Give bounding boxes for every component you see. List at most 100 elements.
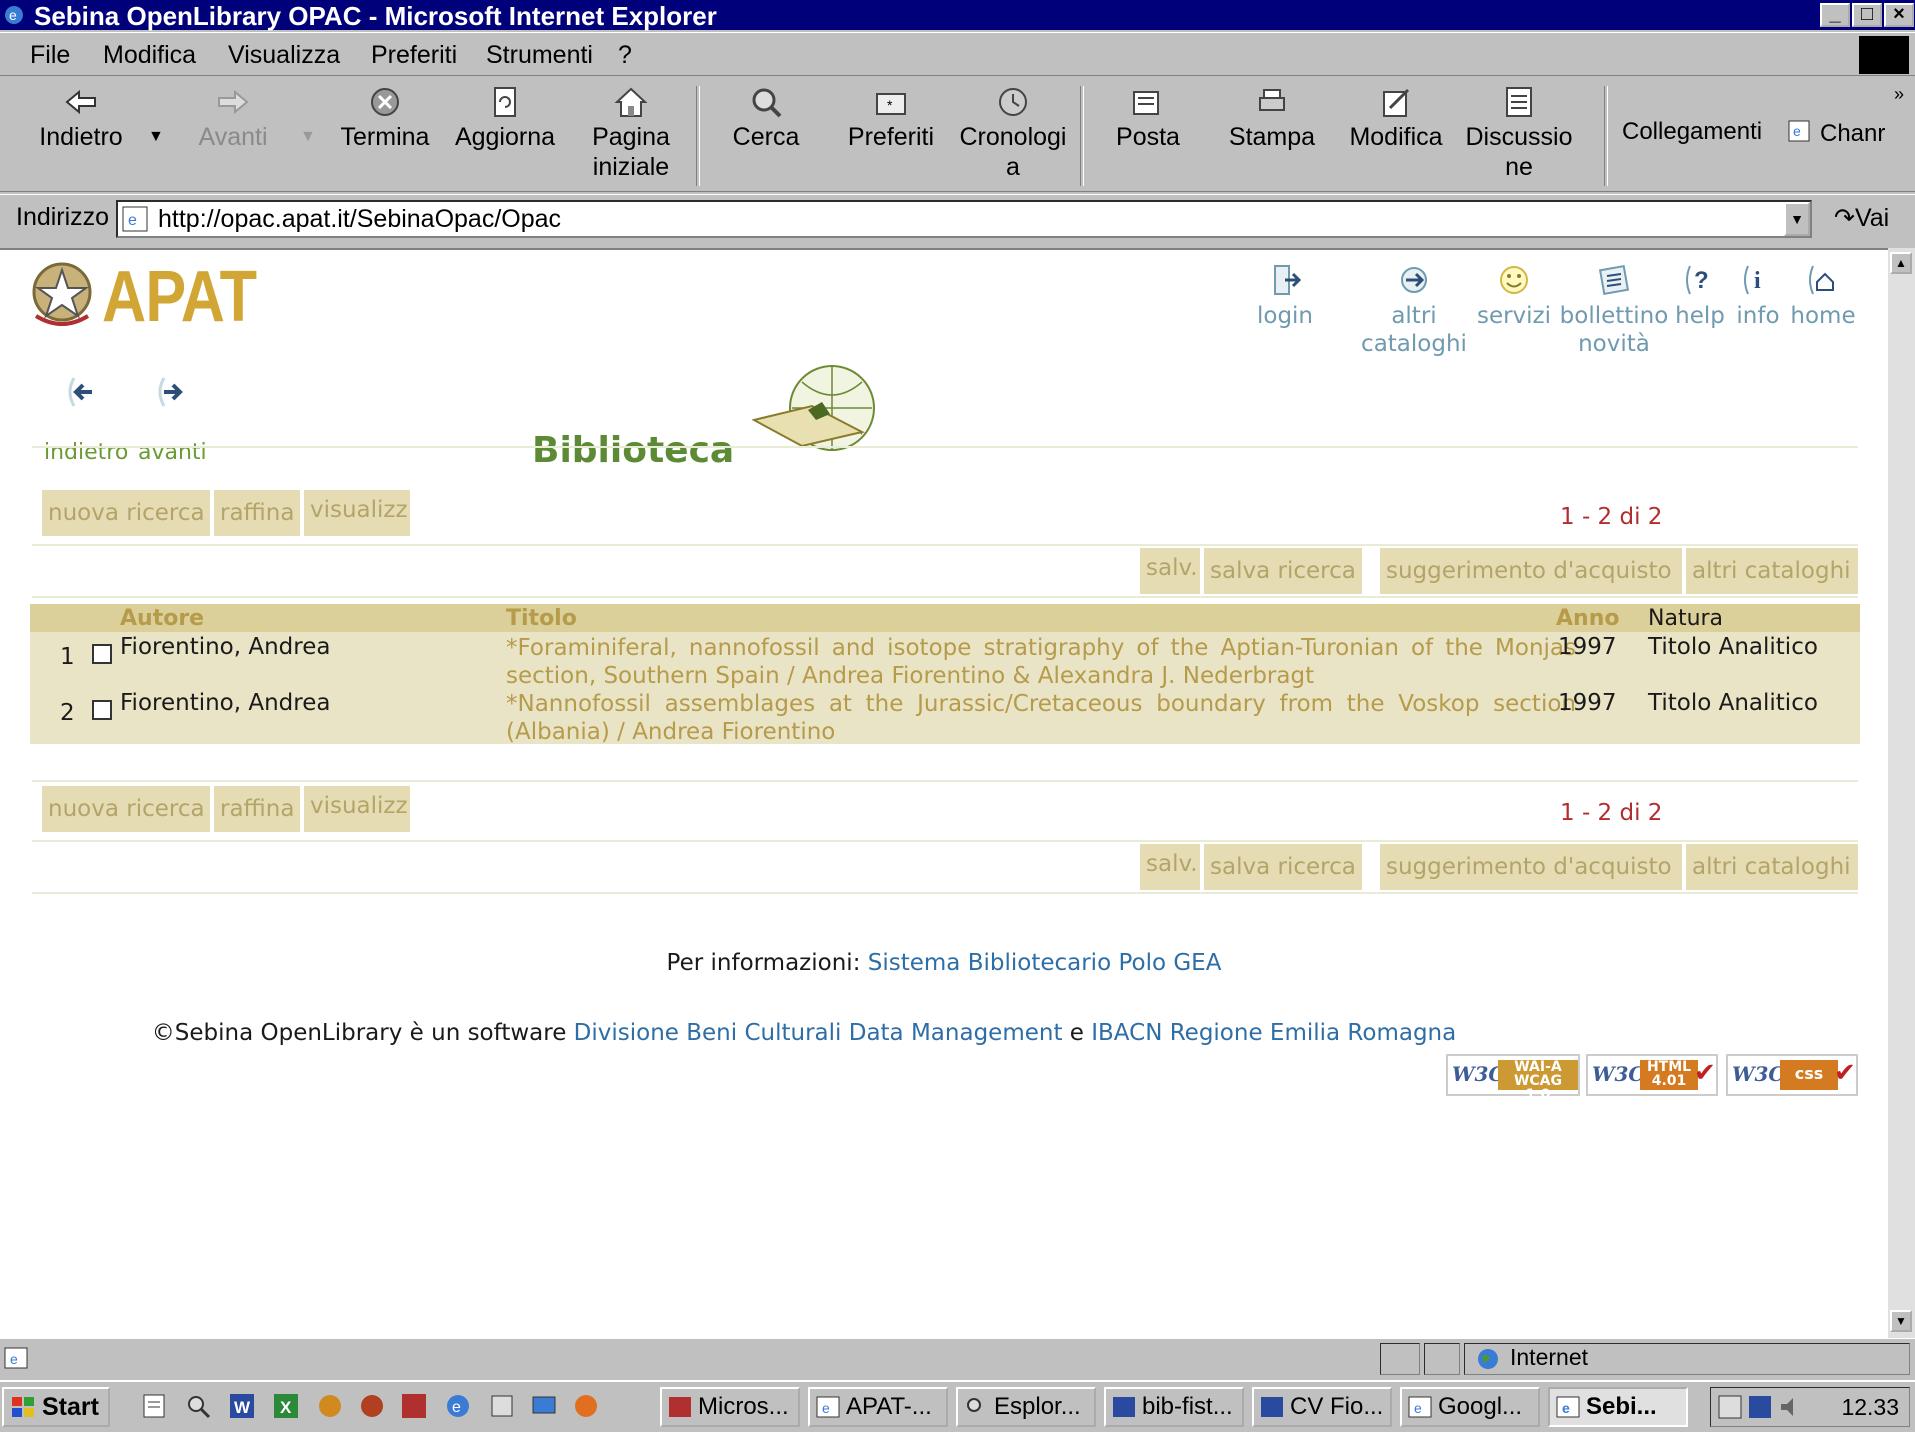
discuss-button[interactable]: Discussio ne (1462, 86, 1576, 182)
tray-monitor-icon[interactable] (1747, 1394, 1773, 1420)
search-icon[interactable] (184, 1392, 212, 1420)
info-link[interactable]: Sistema Bibliotecario Polo GEA (868, 950, 1222, 976)
purchase-suggestion-button[interactable]: suggerimento d'acquisto (1380, 844, 1682, 890)
nav-help[interactable]: ? help (1672, 262, 1728, 330)
row-title-link[interactable]: *Nannofossil assemblages at the Jurassic… (506, 690, 1576, 746)
row-number: 1 (60, 644, 75, 670)
windows-flag-icon (12, 1397, 34, 1417)
menu-preferiti[interactable]: Preferiti (371, 41, 457, 70)
save-search-button[interactable]: salva ricerca (1204, 548, 1362, 594)
html-badge[interactable]: W3C HTML 4.01 ✔ (1586, 1054, 1718, 1096)
nav-info[interactable]: i info (1730, 262, 1786, 330)
word-icon[interactable]: W (228, 1392, 256, 1420)
col-author[interactable]: Autore (120, 606, 204, 631)
maximize-button[interactable]: □ (1852, 3, 1882, 27)
forward-button[interactable]: Avanti (188, 86, 278, 152)
links-item[interactable]: Chanr (1820, 120, 1885, 148)
menu-modifica[interactable]: Modifica (103, 41, 196, 70)
start-button[interactable]: Start (2, 1387, 110, 1427)
purchase-suggestion-button[interactable]: suggerimento d'acquisto (1380, 548, 1682, 594)
close-button[interactable]: × (1884, 3, 1914, 27)
stop-button[interactable]: Termina (332, 86, 438, 152)
history-button[interactable]: Cronologi a (956, 86, 1070, 182)
home-page-button[interactable]: Pagina iniziale (578, 86, 684, 182)
task-button[interactable]: e APAT-... (808, 1387, 948, 1427)
task-button[interactable]: e Googl... (1400, 1387, 1540, 1427)
history-back-arrow-icon[interactable] (64, 374, 100, 410)
task-button-active[interactable]: e Sebi... (1548, 1387, 1688, 1427)
forward-dropdown-icon[interactable]: ▼ (300, 128, 316, 146)
credit-link-ibacn[interactable]: IBACN Regione Emilia Romagna (1091, 1020, 1456, 1046)
history-forward-arrow-icon[interactable] (154, 374, 190, 410)
app-icon[interactable] (358, 1392, 386, 1420)
favorites-button[interactable]: * Preferiti (838, 86, 944, 152)
credit-link-dbc[interactable]: Divisione Beni Culturali Data Management (574, 1020, 1063, 1046)
other-catalogs-button[interactable]: altri cataloghi (1686, 548, 1858, 594)
smiley-icon (1500, 266, 1528, 294)
back-dropdown-icon[interactable]: ▼ (148, 128, 164, 146)
history-back-label[interactable]: indietro (44, 440, 128, 465)
scroll-down-icon[interactable]: ▼ (1890, 1310, 1912, 1332)
row-title-link[interactable]: *Foraminiferal, nannofossil and isotope … (506, 634, 1576, 690)
powerpoint-icon[interactable] (400, 1392, 428, 1420)
col-title[interactable]: Titolo (506, 606, 577, 631)
task-button[interactable]: Micros... (660, 1387, 800, 1427)
zone-label: Internet (1510, 1344, 1588, 1370)
minimize-button[interactable]: _ (1820, 3, 1850, 27)
save-button[interactable]: salv. (1140, 548, 1200, 594)
nav-login[interactable]: login (1250, 262, 1320, 330)
info-label: Per informazioni: (666, 950, 861, 976)
chevron-more-icon[interactable]: » (1894, 84, 1904, 105)
history-forward-label[interactable]: avanti (138, 440, 207, 465)
address-dropdown-icon[interactable]: ▼ (1784, 202, 1810, 236)
refine-button[interactable]: raffina (214, 786, 300, 832)
nav-home[interactable]: home (1790, 262, 1856, 330)
other-catalogs-button[interactable]: altri cataloghi (1686, 844, 1858, 890)
menu-visualizza[interactable]: Visualizza (228, 41, 340, 70)
links-label[interactable]: Collegamenti (1622, 118, 1762, 146)
firefox-icon[interactable] (572, 1392, 600, 1420)
ie-icon[interactable]: e (444, 1392, 472, 1420)
desktop-icon[interactable] (530, 1392, 558, 1420)
menu-help[interactable]: ? (618, 41, 632, 70)
address-input[interactable]: e http://opac.apat.it/SebinaOpac/Opac ▼ (116, 200, 1812, 238)
print-button[interactable]: Stampa (1222, 86, 1322, 152)
mail-button[interactable]: Posta (1100, 86, 1196, 152)
system-tray: 12.33 (1710, 1387, 1910, 1427)
css-badge[interactable]: W3C css ✔ (1726, 1054, 1858, 1096)
col-year[interactable]: Anno (1556, 606, 1619, 631)
go-button[interactable]: ↷Vai (1834, 203, 1889, 233)
refresh-button[interactable]: Aggiorna (450, 86, 560, 152)
app-icon[interactable] (488, 1392, 516, 1420)
excel-icon[interactable]: X (272, 1392, 300, 1420)
new-search-button[interactable]: nuova ricerca (42, 786, 210, 832)
search-button[interactable]: Cerca (716, 86, 816, 152)
menu-strumenti[interactable]: Strumenti (486, 41, 593, 70)
task-button[interactable]: Esplor... (956, 1387, 1096, 1427)
row-author: Fiorentino, Andrea (120, 634, 331, 660)
page-scrollbar[interactable]: ▲ ▼ (1888, 248, 1915, 1338)
nav-bollettino[interactable]: bollettino novità (1556, 262, 1672, 358)
back-button[interactable]: Indietro (36, 86, 126, 152)
task-button[interactable]: bib-fist... (1104, 1387, 1244, 1427)
new-search-button[interactable]: nuova ricerca (42, 490, 210, 536)
row-checkbox[interactable] (92, 644, 112, 664)
view-button[interactable]: visualizz (304, 490, 410, 536)
view-button[interactable]: visualizz (304, 786, 410, 832)
globe-icon (1478, 1349, 1498, 1369)
edit-button[interactable]: Modifica (1344, 86, 1448, 152)
outlook-icon[interactable] (316, 1392, 344, 1420)
save-button[interactable]: salv. (1140, 844, 1200, 890)
wai-badge[interactable]: W3C WAI-A WCAG 1.0 (1446, 1054, 1580, 1102)
nav-altri-cataloghi[interactable]: altri cataloghi (1356, 262, 1472, 358)
row-checkbox[interactable] (92, 700, 112, 720)
save-search-button[interactable]: salva ricerca (1204, 844, 1362, 890)
tray-volume-icon[interactable] (1777, 1394, 1803, 1420)
tray-app-icon[interactable] (1717, 1394, 1743, 1420)
scroll-up-icon[interactable]: ▲ (1890, 252, 1912, 274)
refine-button[interactable]: raffina (214, 490, 300, 536)
nav-servizi[interactable]: servizi (1476, 262, 1552, 330)
notepad-icon[interactable] (140, 1392, 168, 1420)
task-button[interactable]: CV Fio... (1252, 1387, 1392, 1427)
menu-file[interactable]: File (30, 41, 70, 70)
